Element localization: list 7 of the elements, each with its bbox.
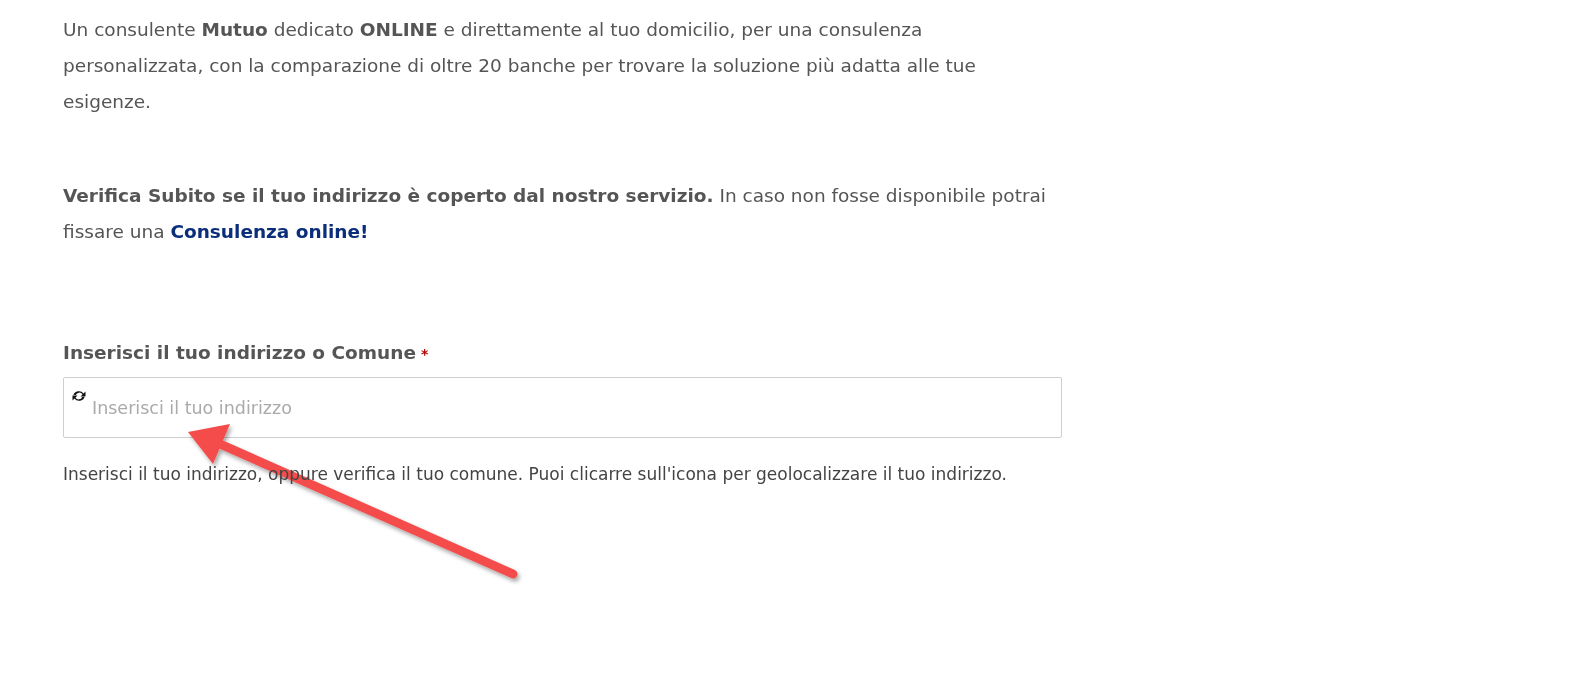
intro-paragraph: Un consulente Mutuo dedicato ONLINE e direttamente al tuo domicilio, per una consulenza personalizzata, con la comparazione di oltre 20 banche per trovare la soluzione più adatta alle tue esigenze. bbox=[63, 18, 977, 114]
address-input-field[interactable]: Inserisci il tuo indirizzo bbox=[63, 377, 1062, 438]
required-mark: * bbox=[421, 346, 429, 362]
consultation-link[interactable]: Consulenza online! bbox=[170, 221, 369, 242]
refresh-icon[interactable] bbox=[71, 389, 87, 403]
field-label: Inserisci il tuo indirizzo o Comune bbox=[63, 342, 416, 363]
verify-paragraph: Verifica Subito se il tuo indirizzo è coperto dal nostro servizio. In caso non fosse disponibile potrai fissare una Consulenza online! bbox=[63, 184, 1047, 244]
